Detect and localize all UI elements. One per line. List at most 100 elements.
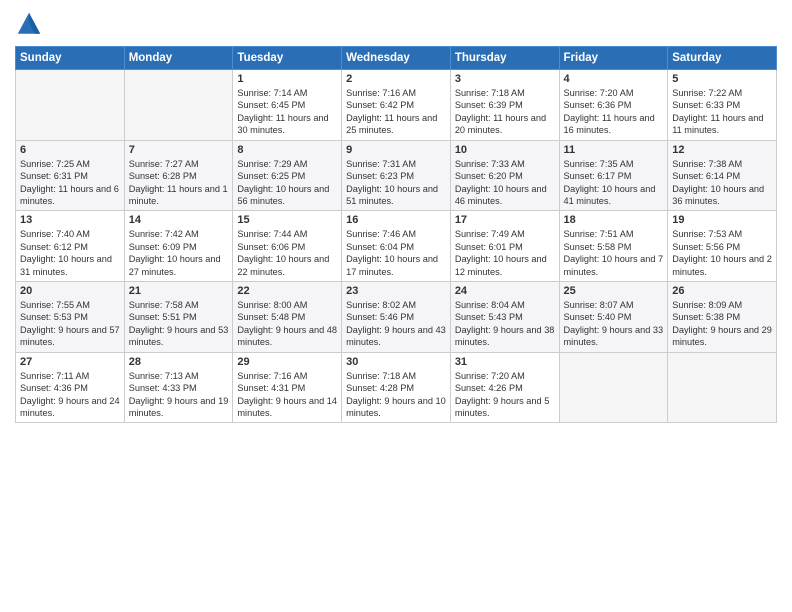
calendar-cell: 15 Sunrise: 7:44 AM Sunset: 6:06 PM Dayli…: [233, 211, 342, 282]
day-number: 6: [20, 144, 120, 156]
calendar-header-friday: Friday: [559, 47, 668, 70]
calendar-cell: 14Sunrise: 7:42 AM Sunset: 6:09 PM Dayli…: [124, 211, 233, 282]
day-number: 28: [129, 356, 229, 368]
calendar-cell: [124, 70, 233, 141]
cell-content: Sunrise: 7:29 AM Sunset: 6:25 PM Dayligh…: [237, 158, 337, 208]
logo: [15, 10, 46, 38]
calendar-cell: 16Sunrise: 7:46 AM Sunset: 6:04 PM Dayli…: [342, 211, 451, 282]
calendar-header-tuesday: Tuesday: [233, 47, 342, 70]
calendar-cell: 19 Sunrise: 7:53 AM Sunset: 5:56 PM Dayli…: [668, 211, 777, 282]
day-number: 29: [237, 356, 337, 368]
cell-content: Sunrise: 7:25 AM Sunset: 6:31 PM Dayligh…: [20, 158, 120, 208]
calendar-cell: 10 Sunrise: 7:33 AM Sunset: 6:20 PM Dayli…: [450, 140, 559, 211]
cell-content: Sunrise: 7:42 AM Sunset: 6:09 PM Dayligh…: [129, 228, 229, 278]
day-number: 21: [129, 285, 229, 297]
cell-content: Sunrise: 7:35 AM Sunset: 6:17 PM Dayligh…: [564, 158, 664, 208]
calendar-header-sunday: Sunday: [16, 47, 125, 70]
day-number: 8: [237, 144, 337, 156]
cell-content: Sunrise: 7:18 AM Sunset: 4:28 PM Dayligh…: [346, 370, 446, 420]
calendar-week-row: 1Sunrise: 7:14 AM Sunset: 6:45 PM Daylig…: [16, 70, 777, 141]
cell-content: Sunrise: 8:07 AM Sunset: 5:40 PM Dayligh…: [564, 299, 664, 349]
calendar-cell: 20 Sunrise: 7:55 AM Sunset: 5:53 PM Dayli…: [16, 282, 125, 353]
day-number: 19: [672, 214, 772, 226]
day-number: 12: [672, 144, 772, 156]
calendar-cell: 1Sunrise: 7:14 AM Sunset: 6:45 PM Daylig…: [233, 70, 342, 141]
calendar-cell: 30Sunrise: 7:18 AM Sunset: 4:28 PM Dayli…: [342, 352, 451, 423]
calendar-header-saturday: Saturday: [668, 47, 777, 70]
cell-content: Sunrise: 7:18 AM Sunset: 6:39 PM Dayligh…: [455, 87, 555, 137]
day-number: 23: [346, 285, 446, 297]
calendar-week-row: 27 Sunrise: 7:11 AM Sunset: 4:36 PM Dayli…: [16, 352, 777, 423]
cell-content: Sunrise: 7:53 AM Sunset: 5:56 PM Dayligh…: [672, 228, 772, 278]
calendar-header-wednesday: Wednesday: [342, 47, 451, 70]
calendar-cell: 17 Sunrise: 7:49 AM Sunset: 6:01 PM Dayli…: [450, 211, 559, 282]
cell-content: Sunrise: 7:22 AM Sunset: 6:33 PM Dayligh…: [672, 87, 772, 137]
calendar-cell: 4Sunrise: 7:20 AM Sunset: 6:36 PM Daylig…: [559, 70, 668, 141]
day-number: 13: [20, 214, 120, 226]
day-number: 26: [672, 285, 772, 297]
day-number: 20: [20, 285, 120, 297]
cell-content: Sunrise: 7:31 AM Sunset: 6:23 PM Dayligh…: [346, 158, 446, 208]
day-number: 17: [455, 214, 555, 226]
cell-content: Sunrise: 8:00 AM Sunset: 5:48 PM Dayligh…: [237, 299, 337, 349]
day-number: 5: [672, 73, 772, 85]
cell-content: Sunrise: 7:38 AM Sunset: 6:14 PM Dayligh…: [672, 158, 772, 208]
day-number: 18: [564, 214, 664, 226]
cell-content: Sunrise: 7:51 AM Sunset: 5:58 PM Dayligh…: [564, 228, 664, 278]
calendar-cell: 22 Sunrise: 8:00 AM Sunset: 5:48 PM Dayli…: [233, 282, 342, 353]
cell-content: Sunrise: 7:27 AM Sunset: 6:28 PM Dayligh…: [129, 158, 229, 208]
calendar-cell: 6 Sunrise: 7:25 AM Sunset: 6:31 PM Daylig…: [16, 140, 125, 211]
calendar-cell: 28 Sunrise: 7:13 AM Sunset: 4:33 PM Dayli…: [124, 352, 233, 423]
calendar-cell: [668, 352, 777, 423]
cell-content: Sunrise: 7:14 AM Sunset: 6:45 PM Dayligh…: [237, 87, 337, 137]
cell-content: Sunrise: 7:20 AM Sunset: 4:26 PM Dayligh…: [455, 370, 555, 420]
calendar-cell: 31 Sunrise: 7:20 AM Sunset: 4:26 PM Dayli…: [450, 352, 559, 423]
calendar-week-row: 20 Sunrise: 7:55 AM Sunset: 5:53 PM Dayli…: [16, 282, 777, 353]
calendar-cell: 18 Sunrise: 7:51 AM Sunset: 5:58 PM Dayli…: [559, 211, 668, 282]
day-number: 7: [129, 144, 229, 156]
day-number: 16: [346, 214, 446, 226]
calendar-cell: 26 Sunrise: 8:09 AM Sunset: 5:38 PM Dayli…: [668, 282, 777, 353]
cell-content: Sunrise: 7:13 AM Sunset: 4:33 PM Dayligh…: [129, 370, 229, 420]
calendar-cell: 23 Sunrise: 8:02 AM Sunset: 5:46 PM Dayli…: [342, 282, 451, 353]
cell-content: Sunrise: 7:16 AM Sunset: 6:42 PM Dayligh…: [346, 87, 446, 137]
calendar-cell: 3 Sunrise: 7:18 AM Sunset: 6:39 PM Daylig…: [450, 70, 559, 141]
cell-content: Sunrise: 7:49 AM Sunset: 6:01 PM Dayligh…: [455, 228, 555, 278]
cell-content: Sunrise: 8:02 AM Sunset: 5:46 PM Dayligh…: [346, 299, 446, 349]
day-number: 15: [237, 214, 337, 226]
calendar-header-monday: Monday: [124, 47, 233, 70]
day-number: 25: [564, 285, 664, 297]
calendar-cell: 8 Sunrise: 7:29 AM Sunset: 6:25 PM Daylig…: [233, 140, 342, 211]
calendar-week-row: 6 Sunrise: 7:25 AM Sunset: 6:31 PM Daylig…: [16, 140, 777, 211]
day-number: 22: [237, 285, 337, 297]
calendar-header-thursday: Thursday: [450, 47, 559, 70]
day-number: 3: [455, 73, 555, 85]
calendar-cell: 27 Sunrise: 7:11 AM Sunset: 4:36 PM Dayli…: [16, 352, 125, 423]
cell-content: Sunrise: 7:11 AM Sunset: 4:36 PM Dayligh…: [20, 370, 120, 420]
header: [15, 10, 777, 38]
day-number: 24: [455, 285, 555, 297]
day-number: 10: [455, 144, 555, 156]
calendar-cell: [559, 352, 668, 423]
day-number: 27: [20, 356, 120, 368]
calendar-header-row: SundayMondayTuesdayWednesdayThursdayFrid…: [16, 47, 777, 70]
day-number: 31: [455, 356, 555, 368]
cell-content: Sunrise: 8:09 AM Sunset: 5:38 PM Dayligh…: [672, 299, 772, 349]
cell-content: Sunrise: 7:33 AM Sunset: 6:20 PM Dayligh…: [455, 158, 555, 208]
day-number: 2: [346, 73, 446, 85]
calendar-table: SundayMondayTuesdayWednesdayThursdayFrid…: [15, 46, 777, 423]
calendar-cell: 5 Sunrise: 7:22 AM Sunset: 6:33 PM Daylig…: [668, 70, 777, 141]
calendar-cell: 29Sunrise: 7:16 AM Sunset: 4:31 PM Dayli…: [233, 352, 342, 423]
calendar-cell: 7 Sunrise: 7:27 AM Sunset: 6:28 PM Daylig…: [124, 140, 233, 211]
cell-content: Sunrise: 7:44 AM Sunset: 6:06 PM Dayligh…: [237, 228, 337, 278]
calendar-cell: 9Sunrise: 7:31 AM Sunset: 6:23 PM Daylig…: [342, 140, 451, 211]
calendar-cell: 21 Sunrise: 7:58 AM Sunset: 5:51 PM Dayli…: [124, 282, 233, 353]
calendar-cell: 24 Sunrise: 8:04 AM Sunset: 5:43 PM Dayli…: [450, 282, 559, 353]
cell-content: Sunrise: 7:55 AM Sunset: 5:53 PM Dayligh…: [20, 299, 120, 349]
calendar-cell: 12 Sunrise: 7:38 AM Sunset: 6:14 PM Dayli…: [668, 140, 777, 211]
cell-content: Sunrise: 7:40 AM Sunset: 6:12 PM Dayligh…: [20, 228, 120, 278]
cell-content: Sunrise: 7:58 AM Sunset: 5:51 PM Dayligh…: [129, 299, 229, 349]
calendar-week-row: 13 Sunrise: 7:40 AM Sunset: 6:12 PM Dayli…: [16, 211, 777, 282]
day-number: 4: [564, 73, 664, 85]
cell-content: Sunrise: 8:04 AM Sunset: 5:43 PM Dayligh…: [455, 299, 555, 349]
